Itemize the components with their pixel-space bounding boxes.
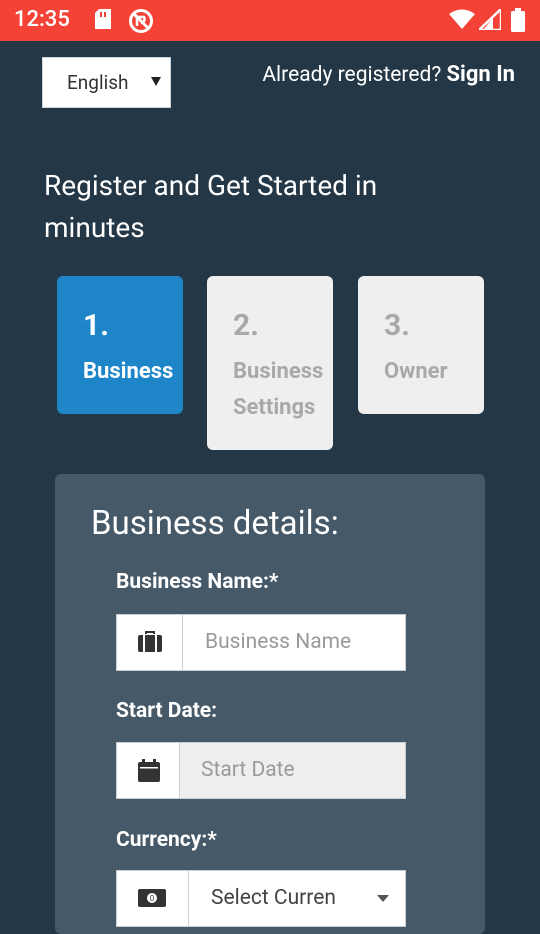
sign-in-prompt: Already registered? Sign In [262,62,515,87]
start-date-addon [117,743,180,798]
step-number: 3. [384,308,410,343]
chevron-down-icon [151,77,161,86]
start-date-field[interactable]: Start Date [116,742,406,799]
language-select-value: English [67,71,129,94]
svg-text:0: 0 [150,894,155,903]
step-label: Business Settings [233,354,323,426]
sd-card-icon [94,8,112,34]
page-title: Register and Get Started in minutes [44,169,378,244]
wifi-icon [449,9,475,33]
step-label-line1: Business [233,359,324,384]
section-title: Business details: [91,504,339,543]
business-details-panel: Business details: Business Name:* Busine… [55,474,485,934]
currency-addon: 0 [117,871,189,926]
business-name-placeholder: Business Name [205,630,352,654]
sign-in-link[interactable]: Sign In [446,62,515,87]
blocked-icon [128,8,154,38]
step-number: 2. [233,308,259,343]
step-label-line2: Settings [233,395,316,420]
step-number: 1. [83,308,109,343]
start-date-label: Start Date: [116,699,218,723]
business-name-addon [117,615,183,670]
signal-icon [475,6,503,34]
step-label: Business [83,359,174,384]
battery-icon [511,8,525,36]
language-select[interactable]: English [42,57,171,108]
status-time: 12:35 [14,7,70,32]
chevron-down-icon [377,895,389,902]
already-registered-text: Already registered? [262,63,442,87]
business-name-field[interactable]: Business Name [116,614,406,671]
step-business-settings[interactable]: 2. Business Settings [207,276,333,450]
status-bar: 12:35 [0,0,540,41]
currency-label: Currency:* [116,828,217,852]
step-business[interactable]: 1. Business [57,276,183,414]
currency-select-value: Select Curren [211,886,336,910]
step-owner[interactable]: 3. Owner [358,276,484,414]
start-date-placeholder: Start Date [201,758,295,782]
currency-select[interactable]: 0 Select Curren [116,870,406,927]
step-label: Owner [384,359,448,384]
business-name-label: Business Name:* [116,570,279,594]
